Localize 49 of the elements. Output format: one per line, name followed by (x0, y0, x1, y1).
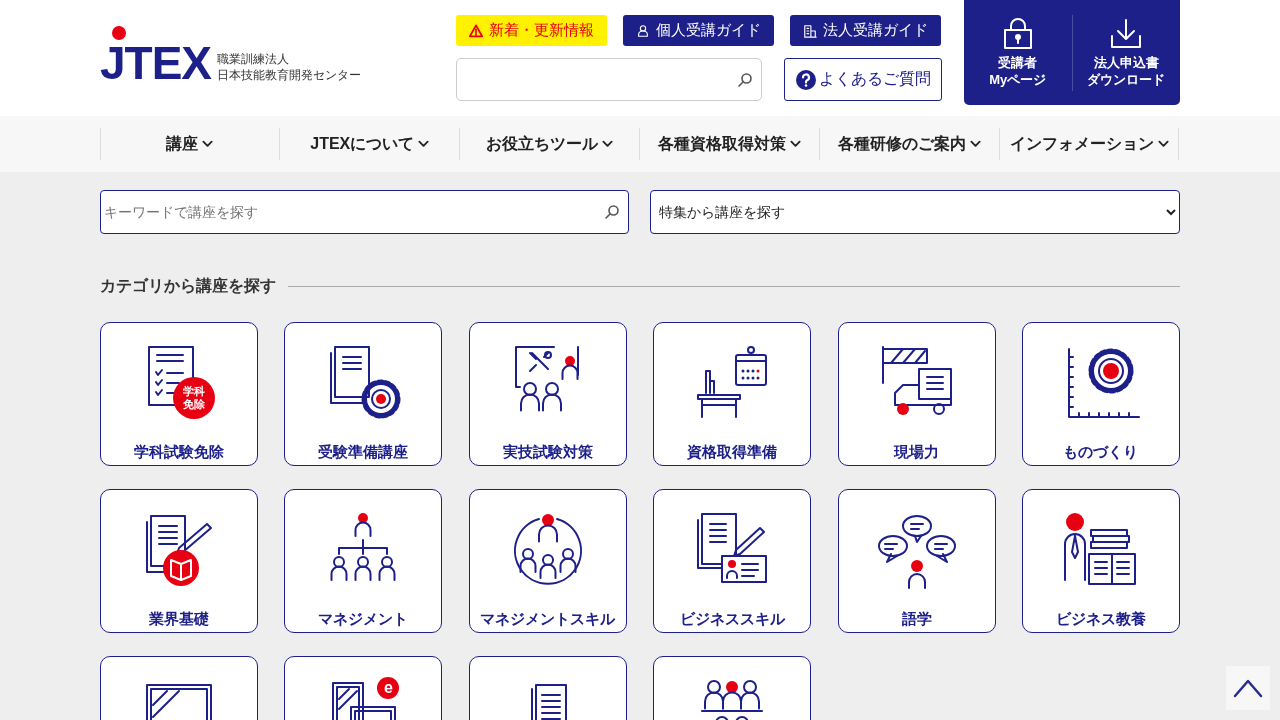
chevron-down-icon (969, 140, 981, 148)
nav-link[interactable]: JTEXについて (279, 128, 460, 160)
category-card[interactable]: 業界基礎 (100, 489, 258, 633)
category-card[interactable]: マネジメント (284, 489, 443, 633)
logo[interactable]: JTEX (100, 40, 212, 86)
warning-icon (469, 23, 483, 38)
nav-link[interactable]: 各種研修のご案内 (818, 128, 999, 160)
category-card[interactable]: マネジメントスキル (468, 489, 627, 633)
faq-button[interactable]: よくあるご質問 (784, 58, 942, 101)
category-card[interactable]: 実技試験対策 (468, 322, 627, 466)
e-badge: e (377, 677, 400, 699)
chevron-down-icon (418, 140, 430, 148)
chevron-down-icon (602, 140, 614, 148)
feature-select[interactable]: 特集から講座を探す (650, 190, 1180, 234)
category-card[interactable]: 資格取得準備 (653, 322, 812, 466)
mypage-link[interactable]: 受講者 Myページ (964, 17, 1072, 88)
organization-name: 日本技能教育開発センター (217, 67, 362, 83)
nav-link[interactable]: お役立ちツール (459, 128, 639, 160)
building-icon (803, 23, 817, 38)
guide-button[interactable]: 法人受講ガイド (790, 15, 941, 46)
category-card[interactable]: ビジネス教養 (1021, 489, 1180, 633)
news-button[interactable]: 新着・更新情報 (456, 15, 607, 46)
help-icon (795, 69, 816, 90)
category-card[interactable]: 受験準備講座 (284, 322, 443, 466)
search-icon (604, 204, 620, 220)
person-icon (636, 23, 650, 38)
nav-link[interactable]: 講座 (99, 128, 280, 160)
category-card[interactable]: ものづくり (1021, 322, 1180, 466)
search-field[interactable] (456, 58, 762, 101)
nav-link[interactable]: インフォメーション (998, 128, 1180, 160)
back-to-top-button[interactable] (1226, 666, 1270, 710)
category-card[interactable]: 学科 免除 学科試験免除 (100, 322, 258, 466)
exemption-badge: 学科 免除 (173, 377, 215, 419)
guide-button[interactable]: 個人受講ガイド (623, 15, 774, 46)
chevron-up-icon (1233, 678, 1263, 698)
chevron-down-icon (1157, 140, 1169, 148)
category-card[interactable]: ビジネススキル (653, 489, 812, 633)
search-icon (737, 72, 753, 88)
category-card[interactable]: e (284, 656, 443, 720)
chevron-down-icon (789, 140, 801, 148)
keyword-search-field[interactable]: キーワードで講座を探す (100, 190, 629, 234)
download-link[interactable]: 法人申込書 ダウンロード (1072, 17, 1180, 88)
chevron-down-icon (202, 140, 214, 148)
category-card[interactable]: 語学 (837, 489, 996, 633)
nav-link[interactable]: 各種資格取得対策 (639, 128, 819, 160)
section-heading: カテゴリから講座を探す (100, 276, 276, 296)
organization-name: 職業訓練法人 (217, 51, 290, 67)
category-card[interactable]: 現場力 (837, 322, 996, 466)
logo-dot-icon (112, 26, 126, 40)
